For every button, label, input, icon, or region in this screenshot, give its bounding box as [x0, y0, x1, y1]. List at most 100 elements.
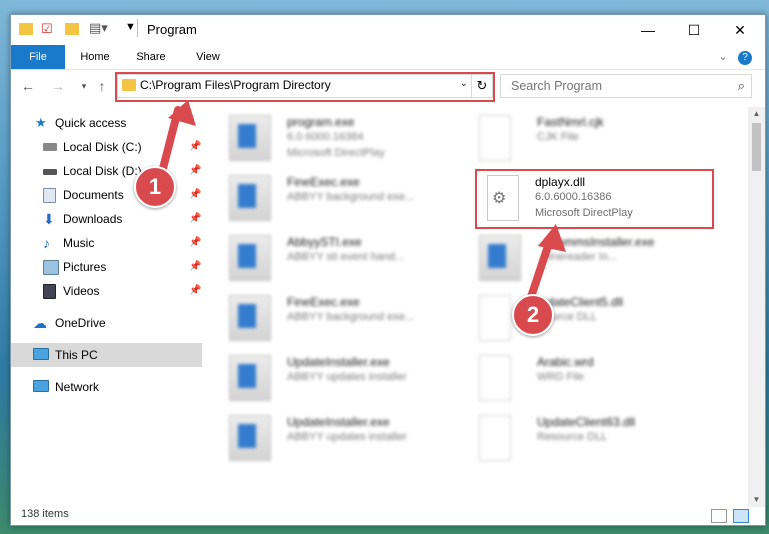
- pin-icon[interactable]: 📌: [189, 207, 201, 231]
- search-icon: ⌕: [737, 78, 745, 93]
- title-divider: [137, 19, 138, 37]
- large-icons-view-icon[interactable]: [733, 509, 749, 523]
- file-item[interactable]: FineExec.exe ABBYY background exe...: [215, 169, 455, 225]
- scroll-thumb[interactable]: [752, 123, 761, 171]
- exe-file-icon: [229, 355, 271, 401]
- sidebar-item-local-disk-c[interactable]: Local Disk (C:) 📌: [11, 135, 202, 159]
- pictures-icon: [43, 260, 59, 275]
- network-icon: [33, 380, 49, 392]
- file-detail: ABBYY sti event hand...: [287, 251, 405, 263]
- maximize-button[interactable]: ☐: [671, 15, 717, 45]
- navigation-pane: ★ Quick access Local Disk (C:) 📌 Local D…: [11, 107, 202, 507]
- file-item[interactable]: AbbyySTI.exe ABBYY sti event hand...: [215, 229, 455, 285]
- scroll-up-icon[interactable]: ▲: [748, 107, 765, 121]
- file-detail: CJK File: [537, 131, 579, 143]
- exe-file-icon: [229, 175, 271, 221]
- forward-button[interactable]: →: [47, 75, 69, 97]
- sidebar-item-music[interactable]: ♪ Music 📌: [11, 231, 202, 255]
- sidebar-item-label: Pictures: [63, 260, 107, 274]
- file-detail: ABBYY background exe...: [287, 311, 414, 323]
- pin-icon[interactable]: 📌: [189, 159, 201, 183]
- file-item[interactable]: UpdateInstaller.exe ABBYY updates instal…: [215, 349, 455, 405]
- exe-file-icon: [229, 115, 271, 161]
- sidebar-item-quick-access[interactable]: ★ Quick access: [11, 111, 202, 135]
- sidebar-item-onedrive[interactable]: ☁ OneDrive: [11, 311, 202, 335]
- callout-badge-1: 1: [134, 166, 176, 208]
- file-item[interactable]: UpdateInstaller.exe ABBYY updates instal…: [215, 409, 455, 465]
- file-name: FineExec.exe: [287, 295, 360, 309]
- window-title: Program: [147, 22, 197, 37]
- file-name: UpdateClient63.dll: [537, 415, 636, 429]
- search-input[interactable]: [509, 78, 723, 94]
- file-name: ...grammsInstaller.exe: [537, 235, 655, 249]
- pin-icon[interactable]: 📌: [189, 135, 201, 159]
- expand-ribbon-icon[interactable]: ⌄: [715, 45, 731, 69]
- sidebar-item-videos[interactable]: Videos 📌: [11, 279, 202, 303]
- star-icon: ★: [35, 115, 47, 130]
- sidebar-item-label: This PC: [55, 348, 98, 362]
- exe-file-icon: [229, 235, 271, 281]
- sidebar-item-label: Downloads: [63, 212, 123, 226]
- sidebar-item-network[interactable]: Network: [11, 375, 202, 399]
- sidebar-item-this-pc[interactable]: This PC: [11, 343, 202, 367]
- tab-home[interactable]: Home: [69, 45, 121, 69]
- tab-file[interactable]: File: [11, 45, 65, 69]
- callout-badge-2: 2: [512, 294, 554, 336]
- file-detail: Microsoft DirectPlay: [287, 147, 385, 159]
- item-count: 138 items: [21, 508, 69, 520]
- minimize-button[interactable]: —: [625, 15, 671, 45]
- file-detail: WRD File: [537, 371, 585, 383]
- pin-icon[interactable]: 📌: [189, 279, 201, 303]
- file-item[interactable]: ...dateClient5.dll ...ource DLL: [465, 289, 705, 345]
- file-detail: ABBYY updates installer: [287, 371, 407, 383]
- download-icon: ⬇: [43, 211, 55, 227]
- up-button[interactable]: ↑: [91, 75, 113, 97]
- file-name: UpdateInstaller.exe: [287, 355, 390, 369]
- properties-icon[interactable]: ☑: [41, 21, 53, 37]
- sidebar-item-downloads[interactable]: ⬇ Downloads 📌: [11, 207, 202, 231]
- sidebar-item-pictures[interactable]: Pictures 📌: [11, 255, 202, 279]
- details-view-icon[interactable]: [711, 509, 727, 523]
- drive-icon: [43, 169, 57, 175]
- dll-file-icon: [479, 295, 511, 341]
- exe-file-icon: [229, 415, 271, 461]
- tab-view[interactable]: View: [183, 45, 233, 69]
- file-list: program.exe 6.0.6000.16384 Microsoft Dir…: [215, 107, 735, 507]
- file-item[interactable]: UpdateClient63.dll Resource DLL: [465, 409, 705, 465]
- documents-icon: [43, 188, 56, 203]
- file-detail: Resource DLL: [537, 431, 608, 443]
- dll-file-icon: [479, 415, 511, 461]
- status-bar: 138 items: [11, 505, 765, 525]
- file-detail: ...finereader In...: [537, 251, 618, 263]
- file-name: Arabic.wrd: [537, 355, 594, 369]
- tab-share[interactable]: Share: [125, 45, 177, 69]
- file-name: FineExec.exe: [287, 175, 360, 189]
- file-item[interactable]: FineExec.exe ABBYY background exe...: [215, 289, 455, 345]
- sidebar-item-label: Music: [63, 236, 95, 250]
- sidebar-item-label: Documents: [63, 188, 124, 202]
- cloud-icon: ☁: [33, 315, 47, 331]
- document-file-icon: [479, 355, 511, 401]
- search-box[interactable]: ⌕: [500, 74, 752, 98]
- file-name: program.exe: [287, 115, 355, 129]
- file-item[interactable]: Arabic.wrd WRD File: [465, 349, 705, 405]
- pin-icon[interactable]: 📌: [189, 231, 201, 255]
- sidebar-item-label: Local Disk (C:): [63, 140, 142, 154]
- file-item[interactable]: ...grammsInstaller.exe ...finereader In.…: [465, 229, 705, 285]
- new-folder-icon[interactable]: [65, 23, 79, 35]
- drive-icon: [43, 143, 57, 151]
- computer-icon: [33, 348, 49, 360]
- dropdown-arrow-icon[interactable]: ▼: [125, 21, 136, 37]
- exe-file-icon: [479, 235, 521, 281]
- pin-icon[interactable]: 📌: [189, 183, 201, 207]
- help-icon[interactable]: ?: [737, 45, 753, 69]
- pin-icon[interactable]: 📌: [189, 255, 201, 279]
- close-button[interactable]: ✕: [717, 15, 763, 45]
- back-button[interactable]: ←: [17, 75, 39, 97]
- file-item[interactable]: FastNmrl.cjk CJK File: [465, 109, 705, 165]
- vertical-scrollbar[interactable]: ▲ ▼: [748, 107, 765, 507]
- customize-toolbar-icon[interactable]: ▤▾: [89, 20, 108, 36]
- ribbon-tabs: File Home Share View ⌄ ?: [11, 45, 765, 70]
- file-item[interactable]: program.exe 6.0.6000.16384 Microsoft Dir…: [215, 109, 455, 165]
- file-highlight: [475, 169, 714, 229]
